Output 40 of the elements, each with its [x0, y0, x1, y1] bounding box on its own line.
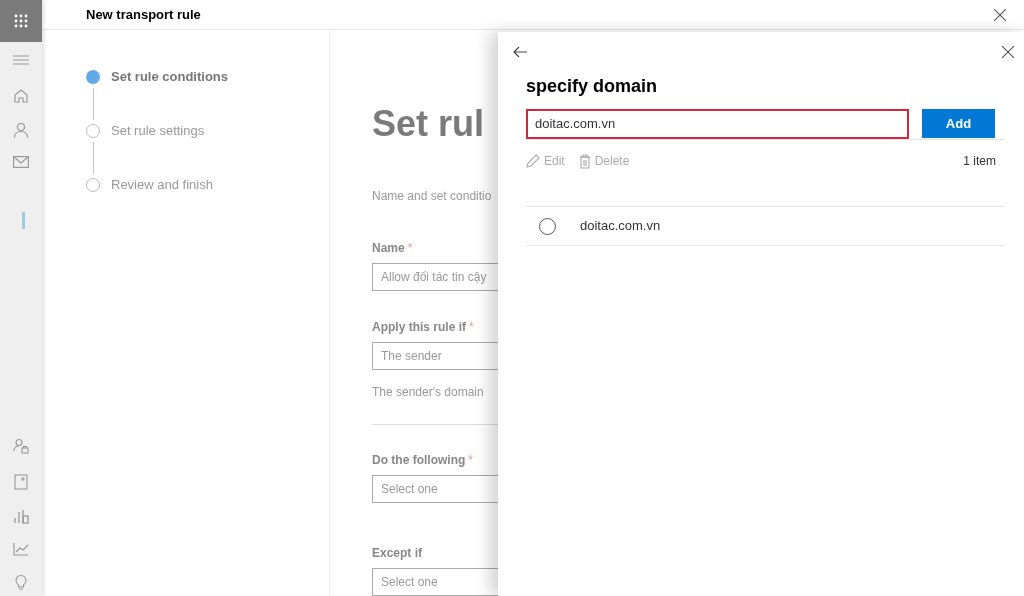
panel-title: specify domain: [526, 75, 659, 98]
menu-icon[interactable]: [13, 54, 29, 66]
required-mark: *: [469, 319, 474, 336]
bar-chart-icon[interactable]: [13, 508, 29, 524]
required-mark: *: [407, 240, 413, 257]
required-mark: *: [468, 452, 473, 469]
lightbulb-icon[interactable]: [15, 574, 27, 590]
field-label: Name: [372, 240, 405, 257]
person-lock-icon[interactable]: [13, 438, 29, 454]
item-count: 1 item: [963, 153, 996, 170]
description-text: Name and set conditio: [372, 188, 493, 205]
domain-input[interactable]: doitac.com.vn: [526, 109, 909, 139]
selection-indicator: [22, 212, 25, 229]
domain-item[interactable]: doitac.com.vn: [580, 216, 661, 236]
pencil-icon: [526, 154, 540, 168]
person-icon[interactable]: [13, 122, 29, 138]
step-label: Set rule conditions: [111, 68, 228, 87]
dropdown-field[interactable]: The sender: [372, 342, 498, 370]
field-label: Apply this rule if: [372, 319, 466, 336]
app-launcher-button[interactable]: [0, 0, 42, 42]
input-field[interactable]: Allow đối tác tin cậy: [372, 263, 498, 291]
close-icon[interactable]: [994, 8, 1006, 21]
add-button[interactable]: Add: [922, 109, 995, 138]
app-grid-icon: [13, 13, 29, 29]
document-icon[interactable]: [14, 474, 28, 490]
field-label: Except if: [372, 545, 422, 562]
trend-chart-icon[interactable]: [13, 542, 29, 556]
step-label: Review and finish: [111, 176, 213, 195]
condition-note: The sender's domain: [372, 384, 485, 401]
field-label: Do the following: [372, 452, 466, 469]
page-heading: Set rul: [372, 104, 486, 144]
trash-icon: [578, 153, 591, 169]
dropdown-field[interactable]: Select one: [372, 568, 498, 596]
page-title: New transport rule: [86, 5, 201, 24]
home-icon[interactable]: [13, 88, 29, 104]
mail-icon[interactable]: [13, 156, 29, 168]
step-label: Set rule settings: [111, 122, 205, 141]
close-icon[interactable]: [1002, 46, 1014, 58]
dropdown-field[interactable]: Select one: [372, 475, 498, 503]
back-arrow-icon[interactable]: [513, 46, 527, 58]
